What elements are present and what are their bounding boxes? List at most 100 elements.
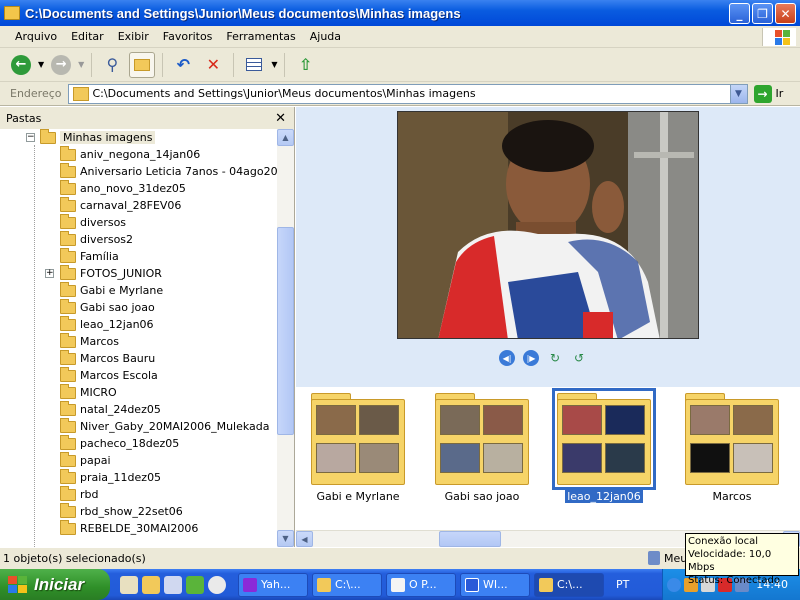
forward-dropdown-icon[interactable]: ▼: [78, 60, 84, 69]
tree-item[interactable]: rbd_show_22set06: [60, 502, 183, 520]
thumbnail-image: [685, 393, 779, 485]
go-button[interactable]: → Ir: [753, 84, 783, 103]
taskbar-button[interactable]: O P...: [386, 572, 456, 597]
thumbnail-folder-selected[interactable]: leao_12jan06: [552, 388, 656, 503]
tree-root[interactable]: Minhas imagens: [40, 129, 156, 146]
back-icon: ←: [11, 54, 31, 75]
views-button[interactable]: [241, 52, 267, 78]
folder-icon: [60, 247, 76, 263]
tree-item-label: carnaval_28FEV06: [80, 199, 182, 212]
address-label: Endereço: [10, 87, 62, 100]
menu-editar[interactable]: Editar: [64, 30, 111, 43]
folders-scrollbar[interactable]: ▲ ▼: [277, 129, 294, 547]
undo-button[interactable]: ↶: [170, 52, 196, 78]
desktop-icon[interactable]: [164, 575, 182, 594]
scroll-thumb[interactable]: [277, 227, 294, 435]
tree-item[interactable]: diversos2: [60, 230, 133, 248]
taskbar-button[interactable]: Yah...: [238, 572, 308, 597]
tree-item-label: ano_novo_31dez05: [80, 182, 186, 195]
views-dropdown-icon[interactable]: ▼: [271, 60, 277, 69]
tree-item[interactable]: Marcos Bauru: [60, 349, 155, 367]
menu-ajuda[interactable]: Ajuda: [303, 30, 348, 43]
tree-item[interactable]: leao_12jan06: [60, 315, 154, 333]
folders-button[interactable]: [129, 51, 156, 78]
scroll-down-icon[interactable]: ▼: [277, 530, 294, 547]
tree-item[interactable]: Niver_Gaby_20MAI2006_Mulekada: [60, 417, 270, 435]
menu-arquivo[interactable]: Arquivo: [8, 30, 64, 43]
chevron-down-icon[interactable]: ▼: [729, 84, 747, 103]
taskbar-button[interactable]: WI...: [460, 572, 530, 597]
menu-ferramentas[interactable]: Ferramentas: [219, 30, 302, 43]
tree-item[interactable]: papai: [60, 451, 111, 469]
next-image-icon[interactable]: |▶: [523, 350, 539, 366]
expand-icon[interactable]: +: [45, 269, 54, 278]
start-button[interactable]: Iniciar: [0, 569, 110, 600]
tree-item[interactable]: FOTOS_JUNIOR: [60, 264, 162, 282]
content-pane: ◀| |▶ ↻ ↺ Gabi e Myrlane Gabi sao joao l…: [296, 107, 800, 547]
tree-item-label: Família: [80, 250, 119, 263]
media-player-icon[interactable]: [208, 575, 226, 594]
address-bar: Endereço C:\Documents and Settings\Junio…: [0, 82, 800, 106]
mini-photo: [483, 405, 523, 435]
computer-icon: [648, 551, 660, 565]
internet-icon[interactable]: [120, 575, 138, 594]
tree-item[interactable]: rbd: [60, 485, 99, 503]
menu-exibir[interactable]: Exibir: [111, 30, 156, 43]
folder-icon: [60, 400, 76, 416]
delete-button[interactable]: ✕: [200, 52, 226, 78]
tree-item[interactable]: ano_novo_31dez05: [60, 179, 186, 197]
status-zone-label: Meu: [664, 551, 688, 565]
tree-item[interactable]: Família: [60, 247, 119, 265]
close-button[interactable]: ✕: [775, 3, 796, 24]
tree-item-label: pacheco_18dez05: [80, 437, 180, 450]
previous-image-icon[interactable]: ◀|: [499, 350, 515, 366]
taskbar-button[interactable]: C:\...: [312, 572, 382, 597]
menu-favoritos[interactable]: Favoritos: [156, 30, 220, 43]
back-dropdown-icon[interactable]: ▼: [38, 60, 44, 69]
tree-item[interactable]: carnaval_28FEV06: [60, 196, 182, 214]
folder-icon: [60, 196, 76, 212]
scroll-up-icon[interactable]: ▲: [277, 129, 294, 146]
taskbar-button-active[interactable]: C:\...: [534, 572, 604, 597]
messenger-icon[interactable]: [186, 575, 204, 594]
tree-item[interactable]: MICRO: [60, 383, 117, 401]
tree-item[interactable]: aniv_negona_14jan06: [60, 145, 200, 163]
scroll-left-icon[interactable]: ◀: [296, 531, 313, 547]
mini-photo: [605, 443, 645, 473]
maximize-button[interactable]: ❐: [752, 3, 773, 24]
tree-item[interactable]: Marcos: [60, 332, 119, 350]
forward-button[interactable]: →: [48, 52, 74, 78]
folder-up-button[interactable]: ⇧: [292, 52, 318, 78]
tree-item-label: Marcos Escola: [80, 369, 158, 382]
tree-item-label: Niver_Gaby_20MAI2006_Mulekada: [80, 420, 270, 433]
tree-item[interactable]: Gabi sao joao: [60, 298, 155, 316]
thumbnail-folder[interactable]: Gabi e Myrlane: [308, 393, 408, 503]
scroll-thumb[interactable]: [439, 531, 501, 547]
rotate-clockwise-icon[interactable]: ↻: [547, 351, 563, 365]
collapse-icon[interactable]: −: [26, 133, 35, 142]
search-button[interactable]: ⚲: [99, 52, 125, 78]
language-indicator[interactable]: PT: [616, 578, 629, 591]
mini-photo: [733, 443, 773, 473]
tree-item-label: REBELDE_30MAI2006: [80, 522, 199, 535]
tree-item[interactable]: natal_24dez05: [60, 400, 161, 418]
thumbnail-folder[interactable]: Marcos: [682, 393, 782, 503]
tree-item[interactable]: praia_11dez05: [60, 468, 161, 486]
folder-icon[interactable]: [142, 575, 160, 594]
chevron-left-icon[interactable]: [667, 577, 681, 592]
tree-item[interactable]: Gabi e Myrlane: [60, 281, 163, 299]
back-button[interactable]: ←: [8, 52, 34, 78]
taskbar-button-label: C:\...: [557, 578, 583, 591]
address-input[interactable]: C:\Documents and Settings\Junior\Meus do…: [67, 83, 748, 104]
tree-item[interactable]: REBELDE_30MAI2006: [60, 519, 199, 537]
minimize-button[interactable]: _: [729, 3, 750, 24]
close-icon[interactable]: ✕: [275, 111, 286, 126]
title-bar[interactable]: C:\Documents and Settings\Junior\Meus do…: [0, 0, 800, 26]
thumbnail-folder[interactable]: Gabi sao joao: [432, 393, 532, 503]
go-arrow-icon: →: [753, 84, 772, 103]
rotate-counterclockwise-icon[interactable]: ↺: [571, 351, 587, 365]
tree-item[interactable]: diversos: [60, 213, 126, 231]
tree-item[interactable]: Marcos Escola: [60, 366, 158, 384]
tree-item[interactable]: pacheco_18dez05: [60, 434, 180, 452]
tree-item[interactable]: Aniversario Leticia 7anos - 04ago2006: [60, 162, 277, 180]
